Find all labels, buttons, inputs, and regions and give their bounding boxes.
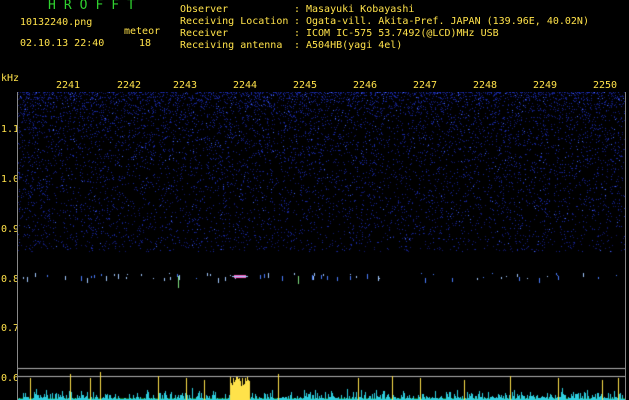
observer-colon: : (294, 4, 301, 15)
antenna-label: Receiving antenna (180, 40, 283, 51)
receiver-value: ICOM IC-575 53.7492(@LCD)MHz USB (306, 28, 499, 39)
meteor-label: meteor (124, 26, 161, 37)
time-tick: 2249 (533, 80, 558, 91)
time-tick: 2242 (117, 80, 142, 91)
time-tick: 2246 (353, 80, 378, 91)
location-value: Ogata-vill. Akita-Pref. JAPAN (139.96E, … (306, 16, 589, 27)
capture-datetime: 02.10.13 22:40 (20, 38, 105, 49)
time-tick: 2243 (173, 80, 198, 91)
right-border-line (625, 92, 626, 400)
time-tick: 2245 (293, 80, 318, 91)
location-label: Receiving Location (180, 16, 289, 27)
file-name: 10132240.png (20, 17, 93, 28)
location-colon: : (294, 16, 301, 27)
time-tick: 2250 (593, 80, 618, 91)
time-tick: 2247 (413, 80, 438, 91)
antenna-value: A504HB(yagi 4el) (306, 40, 403, 51)
spectrogram-canvas (18, 92, 625, 400)
time-tick: 2248 (473, 80, 498, 91)
observer-value: Masayuki Kobayashi (306, 4, 415, 15)
time-tick: 2241 (56, 80, 81, 91)
antenna-colon: : (294, 40, 301, 51)
hrofft-window: HROFFT 10132240.png 02.10.13 22:40 meteo… (0, 0, 629, 400)
receiver-label: Receiver (180, 28, 229, 39)
observer-label: Observer (180, 4, 229, 15)
time-tick: 2244 (233, 80, 258, 91)
meteor-count: 18 (139, 38, 152, 49)
unit-label: kHz (1, 73, 20, 84)
receiver-colon: : (294, 28, 301, 39)
app-title: HROFFT (48, 0, 143, 13)
